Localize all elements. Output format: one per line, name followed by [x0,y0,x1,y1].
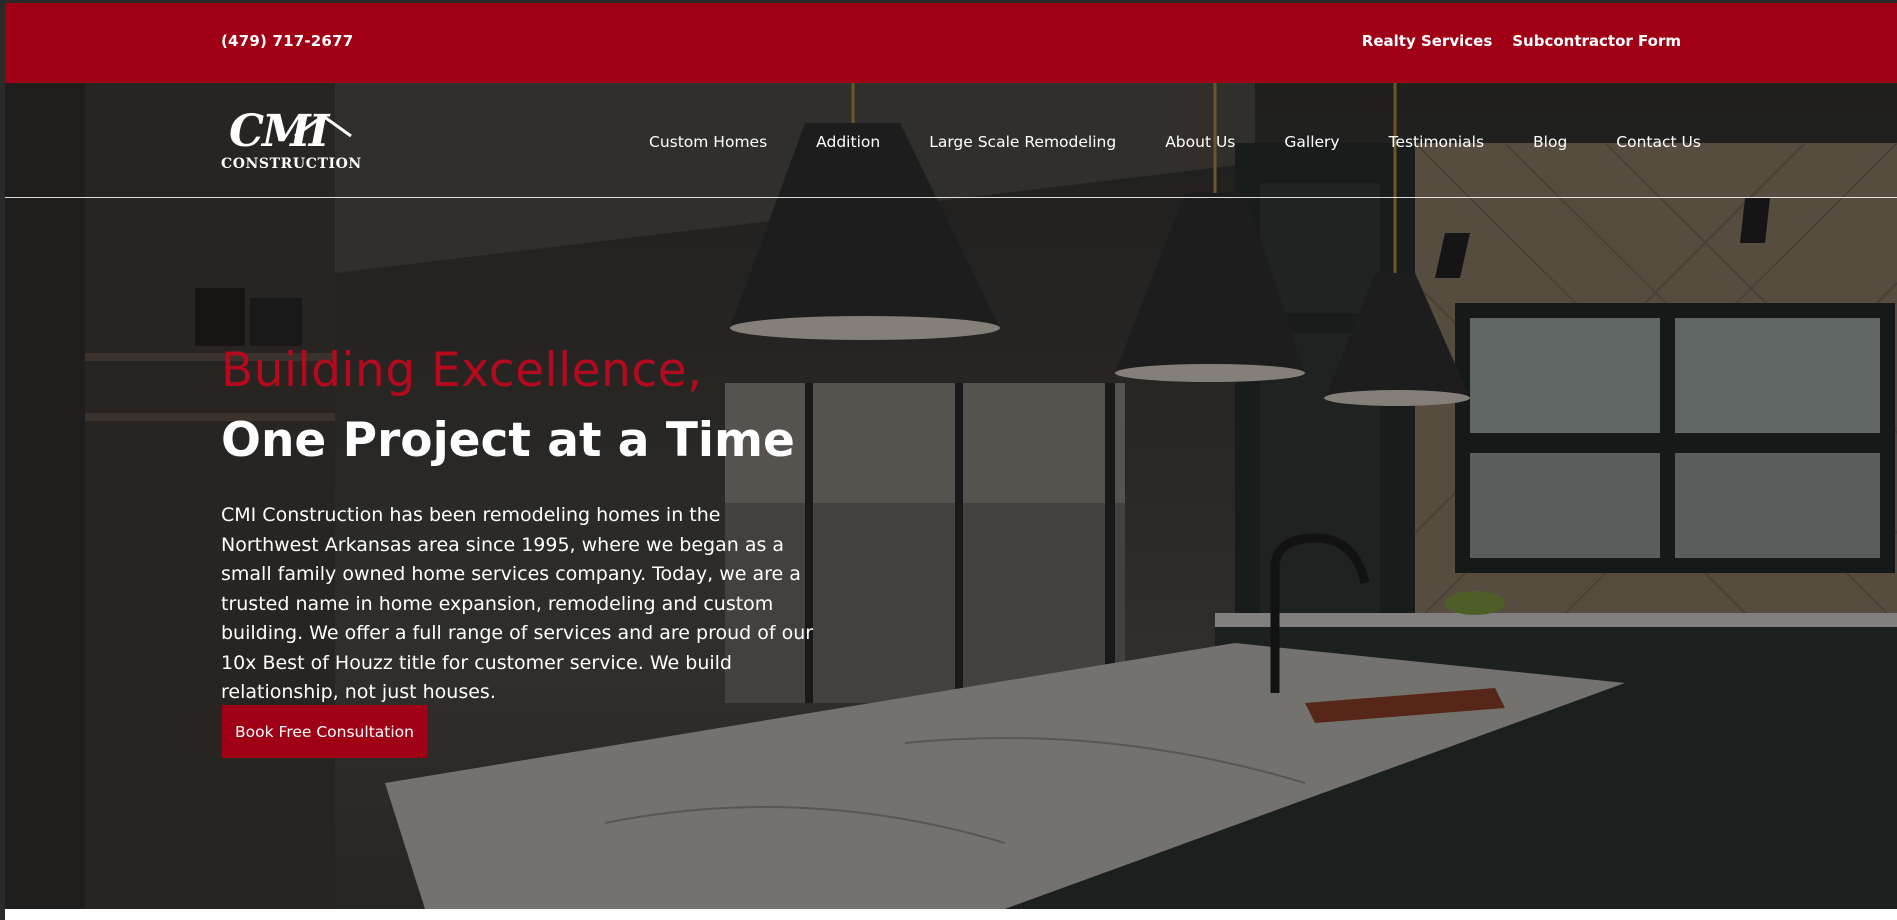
cmi-construction-logo[interactable]: CMI CONSTRUCTION [221,108,361,176]
browser-frame: (479) 717-2677 Realty Services Subcontra… [0,0,1897,920]
phone-link[interactable]: (479) 717-2677 [221,32,353,50]
top-links: Realty Services Subcontractor Form [1362,32,1681,50]
hero-headline-accent: Building Excellence, [221,343,703,398]
nav-item-contact-us[interactable]: Contact Us [1616,133,1701,151]
book-consultation-button[interactable]: Book Free Consultation [222,705,427,758]
nav-item-addition[interactable]: Addition [816,133,880,151]
nav-menu: Custom Homes Addition Large Scale Remode… [649,133,1701,151]
nav-item-custom-homes[interactable]: Custom Homes [649,133,767,151]
nav-item-blog[interactable]: Blog [1533,133,1567,151]
nav-item-large-scale-remodeling[interactable]: Large Scale Remodeling [929,133,1116,151]
hero-dark-overlay [5,83,1897,909]
logo-mark: CMI [229,106,329,157]
subcontractor-form-link[interactable]: Subcontractor Form [1512,32,1681,50]
hero-headline-main: One Project at a Time [221,413,795,468]
nav-item-testimonials[interactable]: Testimonials [1389,133,1484,151]
nav-item-gallery[interactable]: Gallery [1284,133,1339,151]
nav-item-about-us[interactable]: About Us [1165,133,1235,151]
main-nav: CMI CONSTRUCTION Custom Homes Addition L… [5,83,1897,198]
page: (479) 717-2677 Realty Services Subcontra… [5,3,1897,909]
top-bar: (479) 717-2677 Realty Services Subcontra… [5,3,1897,83]
logo-subtitle: CONSTRUCTION [221,156,362,172]
realty-services-link[interactable]: Realty Services [1362,32,1492,50]
hero-description: CMI Construction has been remodeling hom… [221,504,814,703]
page-bottom-strip [5,909,1897,920]
hero-section: CMI CONSTRUCTION Custom Homes Addition L… [5,83,1897,909]
